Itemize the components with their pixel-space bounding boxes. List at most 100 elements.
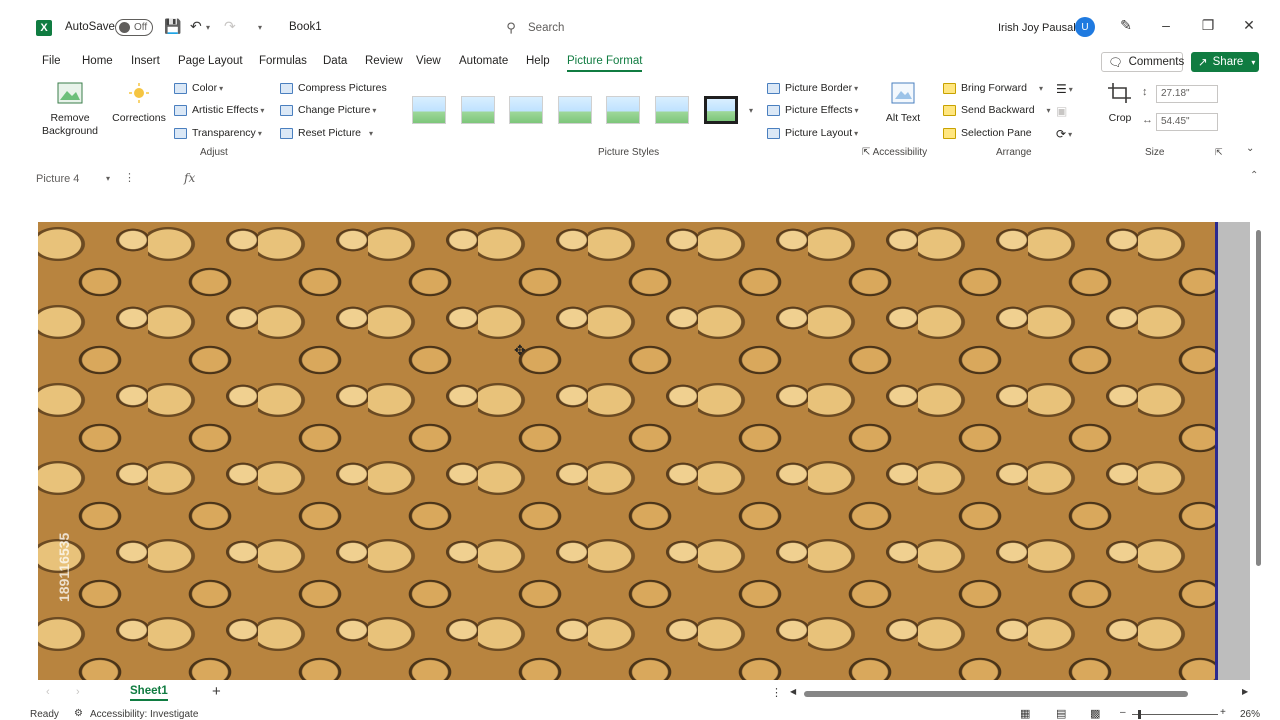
remove-background-label: Remove Background xyxy=(41,112,99,137)
undo-dropdown-icon[interactable]: ▾ xyxy=(206,23,210,32)
customize-qat-icon[interactable]: ▾ xyxy=(258,23,262,32)
align-icon[interactable]: ☰ ▾ xyxy=(1056,82,1073,96)
undo-icon[interactable]: ↶ xyxy=(190,18,202,35)
worksheet-area[interactable]: 189116535 ✥ xyxy=(24,214,1256,680)
transparency-icon xyxy=(174,127,187,139)
change-picture-label: Change Picture xyxy=(298,104,371,116)
rotate-icon[interactable]: ⟳ ▾ xyxy=(1056,127,1072,141)
normal-view-icon[interactable]: ▦ xyxy=(1020,707,1030,720)
compress-pictures-button[interactable]: Compress Pictures xyxy=(280,82,387,94)
width-icon: ↔ xyxy=(1142,114,1153,126)
reset-picture-button[interactable]: Reset Picture ▾ xyxy=(280,127,373,139)
color-button[interactable]: Color ▾ xyxy=(174,82,223,94)
name-box[interactable]: Picture 4 xyxy=(36,173,79,185)
more-options-icon[interactable]: ⋮ xyxy=(124,171,135,184)
tab-page-layout[interactable]: Page Layout xyxy=(178,55,243,67)
stone-wall-picture[interactable]: 189116535 ✥ xyxy=(38,222,1215,680)
bring-forward-label: Bring Forward xyxy=(961,82,1027,94)
search-box[interactable]: ⚲ Search xyxy=(500,16,800,40)
tab-automate[interactable]: Automate xyxy=(459,55,508,67)
prev-sheet-icon[interactable]: ‹ xyxy=(46,686,50,698)
tab-view[interactable]: View xyxy=(416,55,441,67)
autosave-toggle[interactable]: Off xyxy=(115,19,153,36)
picture-style-6[interactable] xyxy=(655,96,689,124)
search-icon: ⚲ xyxy=(506,20,516,35)
formula-bar: Picture 4 ▾ ⋮ fx ⌃ xyxy=(24,168,1264,192)
width-input[interactable]: 54.45" xyxy=(1156,113,1218,131)
artistic-effects-button[interactable]: Artistic Effects ▾ xyxy=(174,104,264,116)
avatar[interactable]: U xyxy=(1075,17,1095,37)
selection-pane-button[interactable]: Selection Pane xyxy=(943,127,1032,139)
tab-home[interactable]: Home xyxy=(82,55,113,67)
next-sheet-icon[interactable]: › xyxy=(76,686,80,698)
zoom-slider-thumb[interactable] xyxy=(1138,710,1141,719)
search-placeholder: Search xyxy=(528,22,565,34)
picture-style-3[interactable] xyxy=(509,96,543,124)
picture-style-4[interactable] xyxy=(558,96,592,124)
gallery-more-icon[interactable]: ▾ xyxy=(749,106,753,115)
zoom-level[interactable]: 26% xyxy=(1240,709,1260,720)
zoom-out-icon[interactable]: – xyxy=(1120,707,1126,718)
reset-picture-label: Reset Picture xyxy=(298,127,362,139)
minimize-icon[interactable]: – xyxy=(1156,17,1176,37)
alt-text-button[interactable]: Alt Text xyxy=(884,82,922,125)
add-sheet-icon[interactable]: + xyxy=(212,683,221,700)
tab-picture-format[interactable]: Picture Format xyxy=(567,55,643,72)
scroll-right-icon[interactable]: ▶ xyxy=(1242,687,1248,696)
tab-review[interactable]: Review xyxy=(365,55,403,67)
change-picture-button[interactable]: Change Picture ▾ xyxy=(280,104,376,116)
sheet-tab-sheet1[interactable]: Sheet1 xyxy=(130,685,168,701)
page-break-view-icon[interactable]: ▩ xyxy=(1090,707,1100,720)
collapse-ribbon-icon[interactable]: ⌄ xyxy=(1246,143,1254,154)
scroll-left-icon[interactable]: ◀ xyxy=(790,687,796,696)
tab-data[interactable]: Data xyxy=(323,55,347,67)
chevron-down-icon: ▾ xyxy=(1251,57,1256,67)
tab-file[interactable]: File xyxy=(42,55,61,67)
save-icon[interactable]: 💾 xyxy=(164,18,181,35)
bring-forward-button[interactable]: Bring Forward ▾ xyxy=(943,82,1043,94)
tab-help[interactable]: Help xyxy=(526,55,550,67)
function-icon[interactable]: fx xyxy=(184,171,195,185)
dialog-launcher-icon[interactable]: ⇱ xyxy=(862,147,870,158)
color-label: Color xyxy=(192,82,218,94)
name-box-dropdown-icon[interactable]: ▾ xyxy=(106,174,110,183)
remove-background-button[interactable]: Remove Background xyxy=(40,82,100,138)
crop-button[interactable]: Crop xyxy=(1106,82,1134,125)
close-icon[interactable]: ✕ xyxy=(1239,17,1259,37)
restore-icon[interactable]: ❐ xyxy=(1198,17,1218,37)
picture-effects-button[interactable]: Picture Effects ▾ xyxy=(767,104,859,116)
group-icon[interactable]: ▣ xyxy=(1056,104,1067,118)
picture-style-1[interactable] xyxy=(412,96,446,124)
crop-label: Crop xyxy=(1108,112,1132,124)
horizontal-scrollbar[interactable] xyxy=(804,691,1188,697)
transparency-label: Transparency xyxy=(192,127,256,139)
accessibility-status[interactable]: Accessibility: Investigate xyxy=(90,709,198,720)
send-backward-button[interactable]: Send Backward ▾ xyxy=(943,104,1051,116)
alt-text-label: Alt Text xyxy=(885,112,921,124)
page-layout-view-icon[interactable]: ▤ xyxy=(1056,707,1066,720)
picture-layout-button[interactable]: Picture Layout ▾ xyxy=(767,127,858,139)
tab-insert[interactable]: Insert xyxy=(131,55,160,67)
comments-button[interactable]: 🗨 Comments xyxy=(1101,52,1184,72)
picture-watermark: 189116535 xyxy=(56,532,72,602)
chevron-down-icon: ▾ xyxy=(1038,83,1043,93)
picture-border-button[interactable]: Picture Border ▾ xyxy=(767,82,858,94)
tab-formulas[interactable]: Formulas xyxy=(259,55,307,67)
send-backward-icon xyxy=(943,104,956,116)
picture-style-5[interactable] xyxy=(606,96,640,124)
picture-style-7[interactable] xyxy=(704,96,738,124)
zoom-in-icon[interactable]: + xyxy=(1220,707,1226,718)
more-icon[interactable]: ⋮ xyxy=(771,686,782,699)
height-input[interactable]: 27.18" xyxy=(1156,85,1218,103)
corrections-button[interactable]: Corrections xyxy=(110,82,168,125)
vertical-scrollbar[interactable] xyxy=(1256,230,1261,566)
share-button[interactable]: ↗ Share ▾ xyxy=(1191,52,1259,72)
zoom-slider[interactable] xyxy=(1132,714,1218,715)
user-name[interactable]: Irish Joy Pausal xyxy=(998,22,1076,34)
redo-icon[interactable]: ↷ xyxy=(224,18,236,35)
pen-icon[interactable]: ✎ xyxy=(1116,17,1136,37)
picture-style-2[interactable] xyxy=(461,96,495,124)
expand-formula-icon[interactable]: ⌃ xyxy=(1250,170,1258,181)
size-dialog-launcher-icon[interactable]: ⇱ xyxy=(1215,147,1223,158)
transparency-button[interactable]: Transparency ▾ xyxy=(174,127,262,139)
